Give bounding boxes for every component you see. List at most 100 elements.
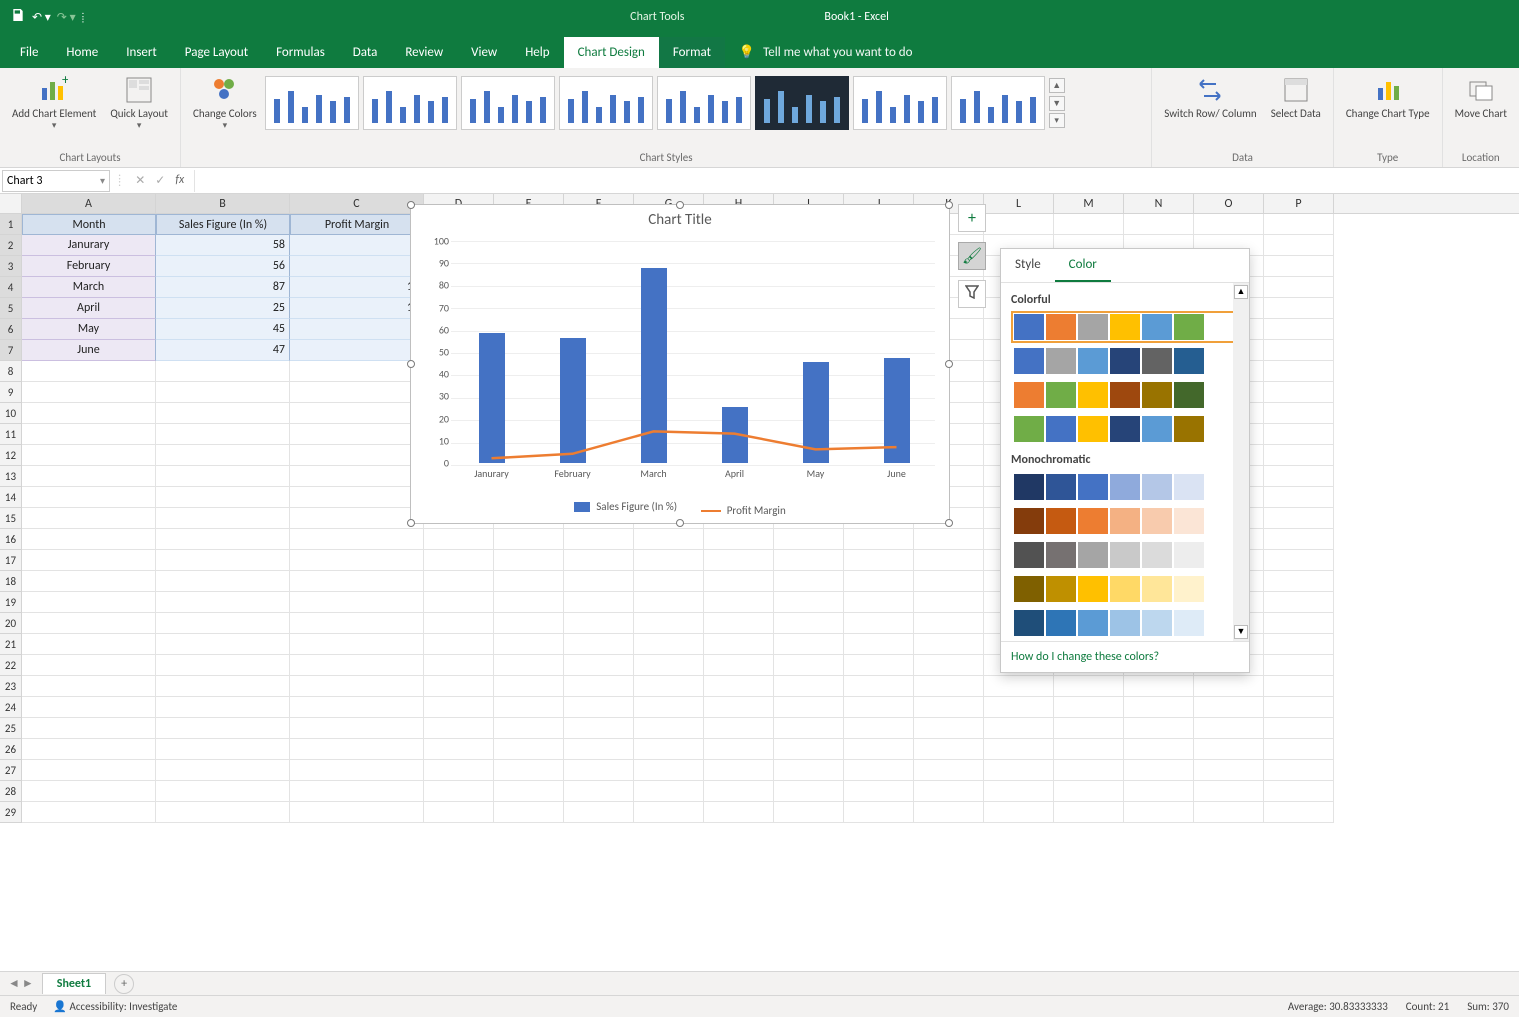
- cell[interactable]: May: [22, 319, 156, 340]
- cell[interactable]: [494, 529, 564, 550]
- cell[interactable]: [290, 718, 424, 739]
- cell[interactable]: [984, 676, 1054, 697]
- cell[interactable]: [634, 676, 704, 697]
- cell[interactable]: [156, 634, 290, 655]
- cell[interactable]: [424, 760, 494, 781]
- chart-legend[interactable]: Sales Figure (In %) Profit Margin: [411, 496, 949, 518]
- cell[interactable]: [1054, 739, 1124, 760]
- cell[interactable]: [1054, 697, 1124, 718]
- cell[interactable]: [704, 676, 774, 697]
- accessibility-status[interactable]: 👤 Accessibility: Investigate: [53, 1000, 177, 1013]
- cell[interactable]: [1264, 424, 1334, 445]
- row-header[interactable]: 5: [0, 298, 22, 319]
- formula-input[interactable]: [194, 170, 1519, 192]
- cell[interactable]: [984, 781, 1054, 802]
- chart-style-3[interactable]: [461, 76, 555, 130]
- cell[interactable]: 5: [290, 256, 424, 277]
- cell[interactable]: [156, 697, 290, 718]
- cell[interactable]: April: [22, 298, 156, 319]
- cell[interactable]: [704, 655, 774, 676]
- cell[interactable]: [704, 697, 774, 718]
- cell[interactable]: [156, 424, 290, 445]
- cell[interactable]: [156, 361, 290, 382]
- cell[interactable]: [1194, 781, 1264, 802]
- cell[interactable]: [494, 676, 564, 697]
- row-header[interactable]: 22: [0, 655, 22, 676]
- chart-style-7[interactable]: [853, 76, 947, 130]
- cell[interactable]: [290, 697, 424, 718]
- cell[interactable]: [564, 592, 634, 613]
- cell[interactable]: [914, 676, 984, 697]
- cell[interactable]: [914, 571, 984, 592]
- cell[interactable]: [156, 655, 290, 676]
- cell[interactable]: [424, 739, 494, 760]
- row-header[interactable]: 10: [0, 403, 22, 424]
- cell[interactable]: [634, 802, 704, 823]
- tab-data[interactable]: Data: [339, 37, 392, 68]
- cell[interactable]: [844, 571, 914, 592]
- cell[interactable]: [774, 571, 844, 592]
- cell[interactable]: [634, 718, 704, 739]
- cell[interactable]: [424, 697, 494, 718]
- chart-style-8[interactable]: [951, 76, 1045, 130]
- tab-page-layout[interactable]: Page Layout: [171, 37, 262, 68]
- cell[interactable]: [704, 550, 774, 571]
- sheet-nav-prev-icon[interactable]: ◄: [8, 976, 20, 991]
- cell[interactable]: [156, 550, 290, 571]
- tab-help[interactable]: Help: [511, 37, 563, 68]
- cell[interactable]: [1194, 802, 1264, 823]
- cell[interactable]: 58: [156, 235, 290, 256]
- tab-home[interactable]: Home: [52, 37, 112, 68]
- cell[interactable]: [844, 760, 914, 781]
- cell[interactable]: [1124, 676, 1194, 697]
- cell[interactable]: [1264, 487, 1334, 508]
- sheet-nav-next-icon[interactable]: ►: [22, 976, 34, 991]
- cell[interactable]: [634, 697, 704, 718]
- cell[interactable]: [914, 718, 984, 739]
- cell[interactable]: [1264, 403, 1334, 424]
- chart-style-4[interactable]: [559, 76, 653, 130]
- cell[interactable]: [1194, 760, 1264, 781]
- name-box[interactable]: Chart 3 ▾: [2, 170, 110, 192]
- cell[interactable]: [290, 445, 424, 466]
- cell[interactable]: [290, 634, 424, 655]
- cell[interactable]: [704, 781, 774, 802]
- cell[interactable]: [564, 739, 634, 760]
- cell[interactable]: [914, 760, 984, 781]
- cell[interactable]: [22, 529, 156, 550]
- column-header[interactable]: O: [1194, 194, 1264, 213]
- cell[interactable]: [564, 550, 634, 571]
- tab-insert[interactable]: Insert: [112, 37, 171, 68]
- cell[interactable]: [1264, 655, 1334, 676]
- cell[interactable]: [564, 571, 634, 592]
- cell[interactable]: [1124, 739, 1194, 760]
- cell[interactable]: [1264, 718, 1334, 739]
- color-palette-option[interactable]: [1011, 345, 1243, 377]
- cell[interactable]: [634, 781, 704, 802]
- cell[interactable]: [424, 571, 494, 592]
- cell[interactable]: [290, 613, 424, 634]
- cell[interactable]: [914, 655, 984, 676]
- cell[interactable]: [1264, 739, 1334, 760]
- cell[interactable]: [290, 424, 424, 445]
- cell[interactable]: [564, 781, 634, 802]
- cell[interactable]: [22, 592, 156, 613]
- cell[interactable]: [704, 760, 774, 781]
- cell[interactable]: Month: [22, 214, 156, 235]
- row-header[interactable]: 14: [0, 487, 22, 508]
- cell[interactable]: [424, 634, 494, 655]
- cell[interactable]: [494, 571, 564, 592]
- select-all-corner[interactable]: [0, 194, 22, 213]
- cell[interactable]: [914, 529, 984, 550]
- cell[interactable]: [22, 676, 156, 697]
- cell[interactable]: [156, 781, 290, 802]
- chart-filters-button[interactable]: [958, 280, 986, 308]
- column-header[interactable]: P: [1264, 194, 1334, 213]
- add-chart-element-button[interactable]: + Add Chart Element▾: [6, 72, 102, 133]
- cell[interactable]: June: [22, 340, 156, 361]
- cell[interactable]: [634, 613, 704, 634]
- move-chart-button[interactable]: Move Chart: [1449, 72, 1513, 123]
- cell[interactable]: [844, 718, 914, 739]
- legend-item-1[interactable]: Sales Figure (In %): [574, 500, 677, 513]
- row-header[interactable]: 9: [0, 382, 22, 403]
